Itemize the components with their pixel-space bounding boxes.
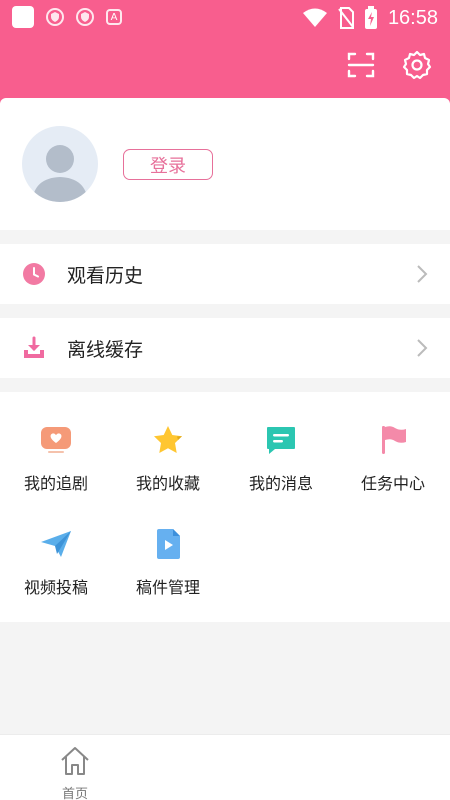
status-right: 16:58: [302, 6, 438, 30]
wifi-icon: [302, 8, 327, 27]
scan-icon[interactable]: [346, 50, 376, 80]
star-icon: [154, 426, 182, 453]
no-sim-icon: [338, 7, 354, 29]
letter-badge-text: A: [110, 11, 118, 23]
gear-icon[interactable]: [402, 50, 432, 80]
flag-icon: [382, 426, 406, 454]
status-bar: A 16:58: [0, 0, 450, 36]
shield-icon: [76, 8, 94, 26]
tv-heart-icon: [41, 427, 71, 453]
feature-grid: 我的追剧 我的收藏 我的消息 任务中心 视频投稿 稿件管理: [0, 392, 450, 622]
grid-item-my-favorites[interactable]: 我的收藏: [112, 392, 224, 493]
bottom-tab-bar: 首页: [0, 734, 450, 800]
grid-item-label: 任务中心: [360, 474, 425, 493]
clock-icon: [23, 263, 45, 285]
header-actions: [346, 50, 432, 80]
avatar[interactable]: [22, 126, 98, 202]
tab-home[interactable]: 首页: [50, 743, 100, 800]
grid-item-my-series[interactable]: 我的追剧: [0, 392, 112, 493]
grid-item-manuscript-manage[interactable]: 稿件管理: [112, 496, 224, 597]
download-icon: [24, 336, 44, 358]
paper-plane-icon: [41, 531, 71, 557]
login-button[interactable]: 登录: [123, 149, 213, 180]
status-time: 16:58: [387, 6, 438, 29]
grid-item-my-messages[interactable]: 我的消息: [225, 392, 337, 493]
message-icon: [267, 427, 295, 454]
grid-item-task-center[interactable]: 任务中心: [337, 392, 449, 493]
grid-item-label: 稿件管理: [135, 578, 200, 597]
menu-row-offline-cache[interactable]: 离线缓存: [0, 318, 450, 378]
chevron-right-icon: [417, 265, 428, 283]
default-avatar-icon: [32, 145, 88, 202]
menu-row-label: 观看历史: [67, 265, 144, 287]
letter-badge-icon: A: [106, 9, 122, 25]
profile-card: 登录: [0, 98, 450, 230]
menu-row-watch-history[interactable]: 观看历史: [0, 244, 450, 304]
home-icon: [61, 747, 89, 775]
grid-item-video-submit[interactable]: 视频投稿: [0, 496, 112, 597]
battery-charging-icon: [364, 6, 377, 29]
shield-icon: [46, 8, 64, 26]
grid-item-label: 我的消息: [248, 474, 313, 493]
grid-item-label: 视频投稿: [23, 578, 88, 597]
app-notification-icon: [12, 6, 34, 28]
grid-item-label: 我的追剧: [23, 474, 88, 493]
tab-home-label: 首页: [61, 787, 88, 800]
chevron-right-icon: [417, 339, 428, 357]
status-left: A: [12, 6, 122, 28]
video-file-icon: [157, 529, 180, 559]
menu-row-label: 离线缓存: [67, 339, 144, 361]
grid-item-label: 我的收藏: [135, 474, 200, 493]
